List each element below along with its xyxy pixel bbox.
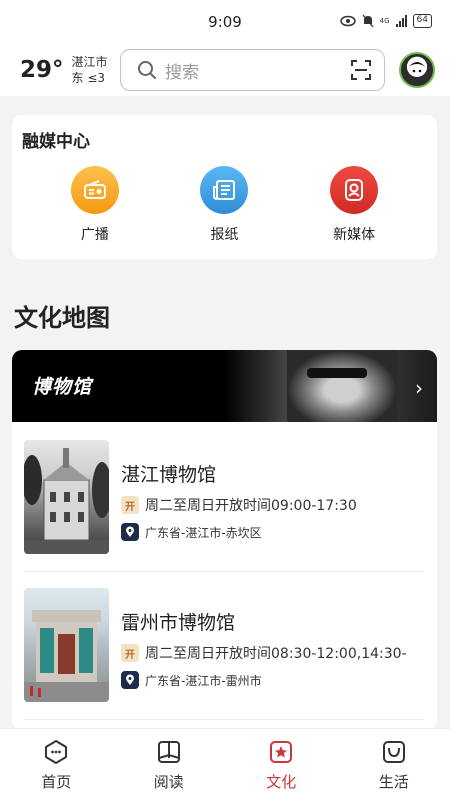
museum-banner[interactable]: 博物馆 › <box>12 350 437 422</box>
chevron-right-icon: › <box>415 376 423 400</box>
media-item-radio[interactable]: 广播 <box>50 166 140 244</box>
museum-location-row: 广东省-湛江市-雷州市 <box>121 671 407 689</box>
temperature: 29° <box>20 57 64 83</box>
museum-hours-row: 开 周二至周日开放时间08:30-12:00,14:30- <box>121 643 407 663</box>
search-input[interactable]: 搜索 <box>165 58 350 83</box>
media-center-row: 广播 报纸 新媒体 <box>22 166 427 244</box>
status-bar: 9:09 4G 64 <box>0 0 450 44</box>
nav-label: 生活 <box>378 773 409 791</box>
life-icon <box>382 741 405 763</box>
battery-icon: 64 <box>412 14 432 28</box>
museum-banner-title: 博物馆 <box>32 376 93 398</box>
museum-name: 湛江博物馆 <box>121 464 217 486</box>
weather-city: 湛江市 <box>71 55 108 69</box>
weather-widget[interactable]: 29° 湛江市 东 ≤3 <box>20 54 120 86</box>
top-header: 29° 湛江市 东 ≤3 搜索 <box>0 44 450 96</box>
museum-location: 广东省-湛江市-雷州市 <box>145 673 262 688</box>
statue-image <box>287 350 397 422</box>
media-item-label: 新媒体 <box>333 227 376 243</box>
media-center-title: 融媒中心 <box>22 132 90 152</box>
bottom-nav: 首页 阅读 文化 生活 <box>0 728 450 800</box>
nav-item-life[interactable]: 生活 <box>338 729 450 800</box>
museum-hours: 周二至周日开放时间08:30-12:00,14:30- <box>145 646 407 662</box>
search-bar[interactable]: 搜索 <box>120 49 385 91</box>
nav-item-home[interactable]: 首页 <box>0 729 113 800</box>
museum-list-item[interactable]: 湛江博物馆 开 周二至周日开放时间09:00-17:30 广东省-湛江市-赤坎区 <box>24 440 424 558</box>
home-icon <box>45 739 68 765</box>
open-badge-icon: 开 <box>121 496 139 514</box>
divider <box>24 719 424 720</box>
museum-location: 广东省-湛江市-赤坎区 <box>145 525 262 540</box>
media-item-label: 广播 <box>80 227 109 243</box>
museum-photo <box>24 440 109 554</box>
nav-item-culture[interactable]: 文化 <box>225 729 338 800</box>
nav-item-read[interactable]: 阅读 <box>113 729 226 800</box>
signal-icon <box>395 15 407 27</box>
museum-location-row: 广东省-湛江市-赤坎区 <box>121 523 357 541</box>
status-time: 9:09 <box>208 13 242 31</box>
location-pin-icon <box>121 671 139 689</box>
search-icon <box>138 61 156 79</box>
user-avatar-icon <box>408 62 426 73</box>
statue-blindfold <box>307 368 367 378</box>
scan-icon[interactable] <box>350 59 372 81</box>
museum-info: 湛江博物馆 开 周二至周日开放时间09:00-17:30 广东省-湛江市-赤坎区 <box>121 440 357 558</box>
media-item-newspaper[interactable]: 报纸 <box>179 166 269 244</box>
open-badge-icon: 开 <box>121 644 139 662</box>
eye-icon <box>339 15 356 27</box>
location-pin-icon <box>121 523 139 541</box>
avatar[interactable] <box>399 52 435 88</box>
nav-label: 文化 <box>266 773 297 791</box>
museum-list-item[interactable]: 雷州市博物馆 开 周二至周日开放时间08:30-12:00,14:30- 广东省… <box>24 588 424 706</box>
radio-icon <box>70 166 119 214</box>
divider <box>24 571 424 572</box>
weather-wind: 东 ≤3 <box>71 71 106 85</box>
museum-info: 雷州市博物馆 开 周二至周日开放时间08:30-12:00,14:30- 广东省… <box>121 588 407 706</box>
status-icons: 4G 64 <box>339 14 432 28</box>
media-center-card: 融媒中心 广播 报纸 新媒体 <box>12 115 437 259</box>
museum-card: 博物馆 › 湛江博物馆 开 周二至周日开放时间09:00-17:30 广东省-湛… <box>12 350 437 730</box>
mute-bell-icon <box>362 14 374 28</box>
nav-label: 阅读 <box>153 773 184 791</box>
weather-details: 湛江市 东 ≤3 <box>72 54 108 86</box>
new-media-icon <box>330 166 379 214</box>
museum-hours-row: 开 周二至周日开放时间09:00-17:30 <box>121 495 357 515</box>
newspaper-icon <box>200 166 249 214</box>
museum-name: 雷州市博物馆 <box>121 612 236 634</box>
museum-photo <box>24 588 109 702</box>
media-item-label: 报纸 <box>210 227 239 243</box>
culture-map-title: 文化地图 <box>14 304 110 332</box>
network-type: 4G <box>379 17 390 25</box>
museum-hours: 周二至周日开放时间09:00-17:30 <box>145 498 357 514</box>
book-icon <box>157 741 180 763</box>
nav-label: 首页 <box>41 773 72 791</box>
media-item-new-media[interactable]: 新媒体 <box>309 166 399 244</box>
culture-icon <box>270 741 293 763</box>
